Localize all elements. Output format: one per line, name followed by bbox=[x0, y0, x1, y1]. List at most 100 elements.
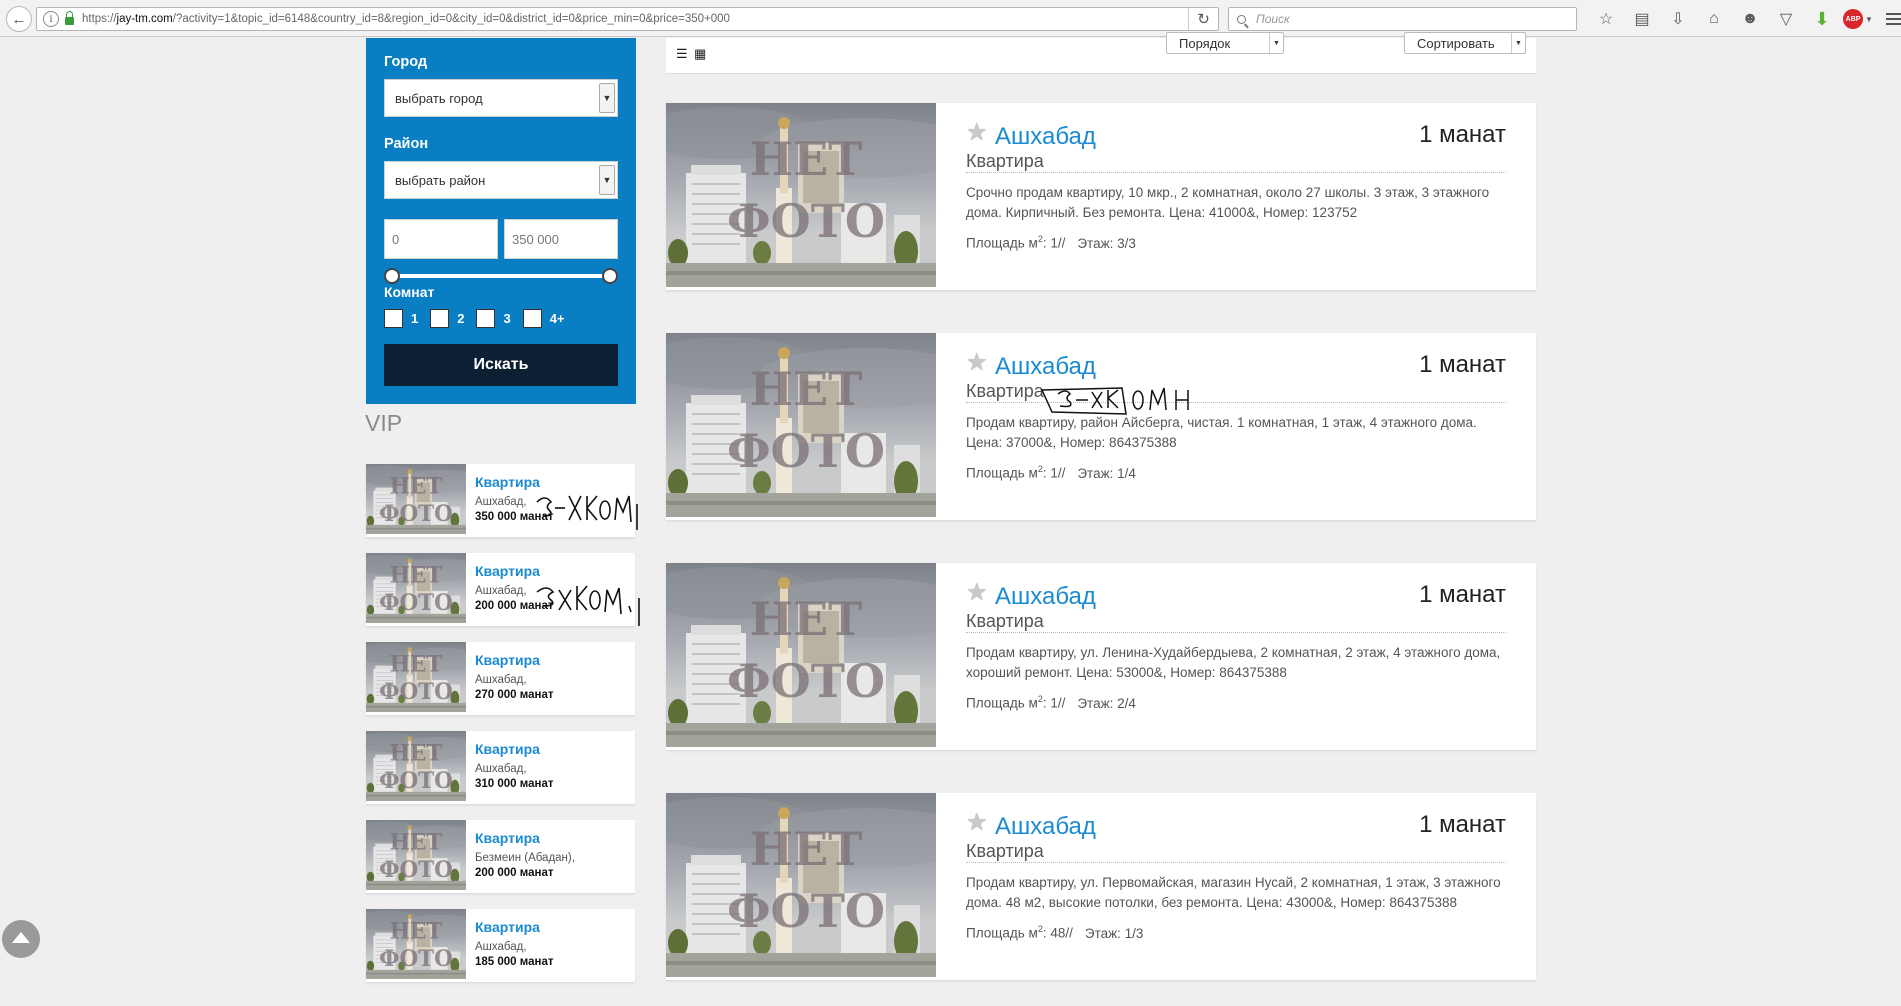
listing-card: НЕТ ФОТО ★ Ашхабад Квартира 1 манат Продам ква… bbox=[666, 793, 1536, 981]
vip-item-city: Ашхабад, bbox=[475, 674, 527, 686]
listing-city-link[interactable]: Ашхабад bbox=[995, 353, 1096, 381]
no-photo-image[interactable]: НЕТ ФОТО bbox=[666, 793, 936, 977]
favorite-star-icon[interactable]: ★ bbox=[966, 811, 988, 835]
back-arrow-icon[interactable]: ← bbox=[6, 6, 32, 32]
order-dropdown[interactable]: Порядок ▼ bbox=[1166, 32, 1284, 54]
list-view-icon[interactable]: ☰ bbox=[676, 46, 689, 62]
listing-area-label: Площадь м bbox=[966, 235, 1038, 251]
menu-icon[interactable] bbox=[1876, 7, 1901, 31]
no-photo-thumbnail[interactable]: НЕТ ФОТО bbox=[366, 909, 466, 979]
bookmark-star-icon[interactable]: ☆ bbox=[1588, 7, 1624, 31]
vip-item-price: 185 000 манат bbox=[475, 956, 554, 968]
address-bar[interactable]: i https://jay-tm.com/?activity=1&topic_i… bbox=[36, 7, 1219, 31]
sort-bar: ☰ ▦ Порядок ▼ Сортировать ▼ bbox=[666, 32, 1536, 74]
listing-area-label: Площадь м bbox=[966, 925, 1038, 941]
listing-description: Продам квартиру, ул. Первомайская, магаз… bbox=[966, 875, 1501, 910]
no-photo-thumbnail[interactable]: НЕТ ФОТО bbox=[366, 464, 466, 534]
favorite-star-icon[interactable]: ★ bbox=[966, 121, 988, 145]
no-photo-thumbnail[interactable]: НЕТ ФОТО bbox=[366, 731, 466, 801]
room-checkbox-3[interactable] bbox=[476, 309, 496, 328]
vip-title: VIP bbox=[365, 410, 403, 436]
price-min-input[interactable]: 0 bbox=[384, 219, 498, 259]
chevron-down-icon[interactable]: ▼ bbox=[599, 165, 615, 195]
vip-item[interactable]: НЕТ ФОТО Квартира Безмеин (Абадан), 200 000 … bbox=[366, 820, 635, 894]
handwritten-scribble bbox=[1040, 387, 1189, 415]
no-photo-text: ФОТО bbox=[727, 884, 885, 938]
no-photo-text: ФОТО bbox=[379, 858, 453, 883]
scroll-to-top-button[interactable] bbox=[2, 920, 40, 958]
vip-item-info: Квартира Ашхабад, 270 000 манат bbox=[475, 652, 554, 701]
rooms-checkboxes: 1 2 3 4+ bbox=[384, 309, 577, 328]
no-photo-image[interactable]: НЕТ ФОТО bbox=[666, 333, 936, 517]
browser-search-input[interactable]: Поиск bbox=[1228, 7, 1577, 31]
sort-dropdown[interactable]: Сортировать ▼ bbox=[1404, 32, 1526, 54]
district-select-value: выбрать район bbox=[395, 172, 486, 188]
browser-toolbar-icons: ☆ ▤ ⇩ ⌂ ☻ ▽ ⬇ ABP ▼ bbox=[1588, 7, 1901, 31]
vip-item[interactable]: НЕТ ФОТО Квартира Ашхабад, 270 000 манат bbox=[366, 642, 635, 716]
listing-description: Продам квартиру, район Айсберга, чистая.… bbox=[966, 415, 1477, 450]
price-slider-min-handle[interactable] bbox=[384, 268, 400, 284]
search-button[interactable]: Искать bbox=[384, 344, 618, 386]
info-icon[interactable]: i bbox=[43, 11, 59, 27]
chevron-down-icon: ▼ bbox=[1511, 33, 1525, 53]
chat-icon[interactable]: ☻ bbox=[1732, 7, 1768, 31]
chevron-down-icon[interactable]: ▼ bbox=[599, 83, 615, 113]
listing-meta: Площадь м2: 48//Этаж: 1/3 bbox=[966, 924, 1506, 941]
order-dropdown-label: Порядок bbox=[1179, 36, 1231, 51]
vip-item-price: 310 000 манат bbox=[475, 778, 554, 790]
browser-toolbar: ← i https://jay-tm.com/?activity=1&topic… bbox=[0, 0, 1901, 37]
listing-meta: Площадь м2: 1//Этаж: 3/3 bbox=[966, 234, 1506, 251]
rooms-label: Комнат bbox=[384, 284, 435, 300]
price-max-input[interactable]: 350 000 bbox=[504, 219, 618, 259]
listing-city-link[interactable]: Ашхабад bbox=[995, 813, 1096, 841]
no-photo-thumbnail[interactable]: НЕТ ФОТО bbox=[366, 642, 466, 712]
listing-city-link[interactable]: Ашхабад bbox=[995, 583, 1096, 611]
price-slider-max-handle[interactable] bbox=[602, 268, 618, 284]
listing-price: 1 манат bbox=[1419, 581, 1506, 608]
no-photo-image[interactable]: НЕТ ФОТО bbox=[666, 103, 936, 287]
room-checkbox-1[interactable] bbox=[384, 309, 403, 328]
vip-item-type-link[interactable]: Квартира bbox=[475, 830, 575, 846]
listing-city-link[interactable]: Ашхабад bbox=[995, 123, 1096, 151]
vip-item-price: 200 000 манат bbox=[475, 867, 554, 879]
favorite-star-icon[interactable]: ★ bbox=[966, 581, 988, 605]
listing-body: ★ Ашхабад Квартира 1 манат Продам квартиру, … bbox=[966, 581, 1506, 711]
green-download-icon[interactable]: ⬇ bbox=[1804, 7, 1840, 31]
listing-type: Квартира bbox=[966, 611, 1044, 631]
district-select[interactable]: выбрать район ▼ bbox=[384, 161, 618, 199]
home-icon[interactable]: ⌂ bbox=[1696, 7, 1732, 31]
reading-list-icon[interactable]: ▤ bbox=[1624, 7, 1660, 31]
vip-item-type-link[interactable]: Квартира bbox=[475, 474, 554, 490]
vip-item[interactable]: НЕТ ФОТО Квартира Ашхабад, 310 000 манат bbox=[366, 731, 635, 805]
reload-icon[interactable]: ↻ bbox=[1188, 8, 1218, 30]
price-slider[interactable] bbox=[384, 267, 618, 284]
url-text[interactable]: https://jay-tm.com/?activity=1&topic_id=… bbox=[82, 13, 730, 25]
vip-item-type-link[interactable]: Квартира bbox=[475, 652, 554, 668]
city-select[interactable]: выбрать город ▼ bbox=[384, 79, 618, 117]
listing-meta: Площадь м2: 1//Этаж: 2/4 bbox=[966, 694, 1506, 711]
no-photo-thumbnail[interactable]: НЕТ ФОТО bbox=[366, 820, 466, 890]
handwritten-scribble bbox=[536, 495, 638, 530]
grid-view-icon[interactable]: ▦ bbox=[694, 46, 707, 62]
room-checkbox-4plus[interactable] bbox=[522, 309, 542, 328]
no-photo-text: НЕТ bbox=[750, 822, 863, 876]
price-range: 0 350 000 bbox=[384, 219, 618, 259]
search-placeholder: Поиск bbox=[1256, 12, 1290, 26]
room-checkbox-2[interactable] bbox=[430, 309, 450, 328]
vip-item-type-link[interactable]: Квартира bbox=[475, 563, 554, 579]
no-photo-thumbnail[interactable]: НЕТ ФОТО bbox=[366, 553, 466, 623]
listing-price: 1 манат bbox=[1419, 351, 1506, 378]
vip-item-type-link[interactable]: Квартира bbox=[475, 919, 554, 935]
lock-icon bbox=[65, 11, 74, 25]
no-photo-text: НЕТ bbox=[750, 132, 863, 186]
listing-card: НЕТ ФОТО ★ Ашхабад Квартира 1 манат Срочно про… bbox=[666, 103, 1536, 291]
room-label-2: 2 bbox=[457, 311, 465, 326]
download-icon[interactable]: ⇩ bbox=[1660, 7, 1696, 31]
favorite-star-icon[interactable]: ★ bbox=[966, 351, 988, 375]
adblock-icon[interactable]: ABP ▼ bbox=[1840, 7, 1876, 31]
vip-item[interactable]: НЕТ ФОТО Квартира Ашхабад, 185 000 манат bbox=[366, 909, 635, 983]
vip-item-city: Безмеин (Абадан), bbox=[475, 852, 575, 864]
vip-item-type-link[interactable]: Квартира bbox=[475, 741, 554, 757]
pocket-icon[interactable]: ▽ bbox=[1768, 7, 1804, 31]
no-photo-image[interactable]: НЕТ ФОТО bbox=[666, 563, 936, 747]
